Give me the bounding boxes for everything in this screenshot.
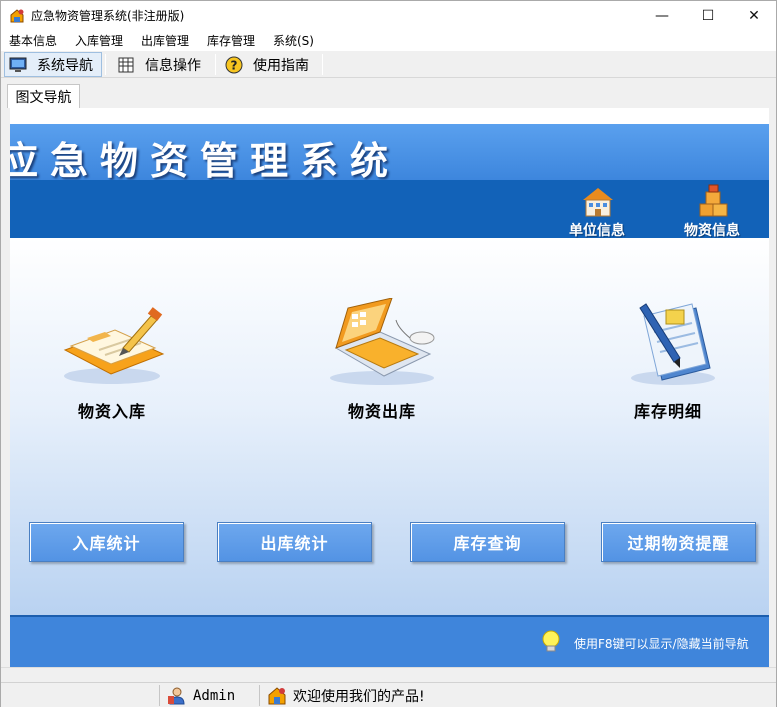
close-button[interactable]: ✕ <box>731 1 777 31</box>
tab-strip: 图文导航 <box>1 81 776 108</box>
material-outbound-label: 物资出库 <box>347 402 416 421</box>
status-bar: Admin 欢迎使用我们的产品! <box>1 682 776 707</box>
expired-reminder-button[interactable]: 过期物资提醒 <box>601 522 756 562</box>
status-message-text: 欢迎使用我们的产品! <box>293 688 425 705</box>
svg-text:?: ? <box>231 58 238 72</box>
notebook-pencil-icon <box>63 307 165 384</box>
status-message: 欢迎使用我们的产品! <box>267 685 425 706</box>
monitor-icon <box>9 57 27 72</box>
panel-top-strip <box>10 108 769 124</box>
toolbar-separator <box>105 54 106 75</box>
lightbulb-icon <box>542 630 560 652</box>
status-user-name: Admin <box>193 687 236 704</box>
status-user: Admin <box>167 685 235 706</box>
menu-basic-info[interactable]: 基本信息 <box>9 34 57 48</box>
window-title: 应急物资管理系统(非注册版) <box>31 9 185 23</box>
menu-inventory[interactable]: 库存管理 <box>207 34 255 48</box>
material-inbound-item[interactable]: 物资入库 <box>42 298 182 421</box>
inventory-detail-item[interactable]: 库存明细 <box>598 298 738 421</box>
help-icon: ? <box>225 56 243 73</box>
nav-panel: 应急物资管理系统 单位信息 物资信息 物资入库 物资出库 库存明细 入库统计 出… <box>10 108 769 668</box>
menu-bar: 基本信息 入库管理 出库管理 库存管理 系统(S) <box>1 31 776 51</box>
system-title: 应急物资管理系统 <box>10 138 401 183</box>
material-outbound-item[interactable]: 物资出库 <box>312 298 452 421</box>
nav-content: 物资入库 物资出库 库存明细 入库统计 出库统计 库存查询 过期物资提醒 <box>10 238 769 616</box>
material-info-link[interactable]: 物资信息 <box>672 182 752 239</box>
toolbar-system-nav[interactable]: 系统导航 <box>4 52 102 77</box>
menu-outbound[interactable]: 出库管理 <box>141 34 189 48</box>
status-divider <box>159 685 160 706</box>
panel-bottom-edge <box>1 667 776 681</box>
toolbar-separator <box>322 54 323 75</box>
app-window: 应急物资管理系统(非注册版) — ☐ ✕ 基本信息 入库管理 出库管理 库存管理… <box>0 0 777 707</box>
toolbar-label: 使用指南 <box>253 57 309 74</box>
banner: 应急物资管理系统 <box>10 124 769 183</box>
inbound-stats-button[interactable]: 入库统计 <box>29 522 184 562</box>
menu-system[interactable]: 系统(S) <box>273 34 314 48</box>
app-logo-icon <box>268 686 286 704</box>
toolbar-label: 信息操作 <box>145 57 201 74</box>
boxes-icon <box>699 184 728 217</box>
toolbar-user-guide[interactable]: ? 使用指南 <box>221 52 321 77</box>
tab-graphic-nav[interactable]: 图文导航 <box>7 84 80 108</box>
app-logo-icon <box>10 9 24 23</box>
title-bar[interactable]: 应急物资管理系统(非注册版) — ☐ ✕ <box>1 1 776 31</box>
building-icon <box>583 188 613 217</box>
toolbar-separator <box>215 54 216 75</box>
material-info-label: 物资信息 <box>684 223 740 239</box>
user-icon <box>168 687 185 704</box>
unit-info-label: 单位信息 <box>569 223 625 239</box>
menu-inbound[interactable]: 入库管理 <box>75 34 123 48</box>
inventory-detail-label: 库存明细 <box>633 402 702 421</box>
grid-icon <box>118 57 134 72</box>
outbound-stats-button[interactable]: 出库统计 <box>217 522 372 562</box>
panel-footer: 使用F8键可以显示/隐藏当前导航 <box>10 615 769 668</box>
document-pen-icon <box>631 303 715 385</box>
toolbar: 系统导航 信息操作 ? 使用指南 <box>1 51 776 78</box>
minimize-button[interactable]: — <box>639 1 685 31</box>
quick-links-bar: 单位信息 物资信息 <box>10 180 769 239</box>
laptop-icon <box>330 298 435 385</box>
maximize-button[interactable]: ☐ <box>685 1 731 31</box>
toolbar-label: 系统导航 <box>37 57 93 74</box>
status-divider <box>259 685 260 706</box>
unit-info-link[interactable]: 单位信息 <box>557 182 637 239</box>
material-inbound-label: 物资入库 <box>77 402 146 421</box>
toolbar-info-ops[interactable]: 信息操作 <box>113 52 213 77</box>
f8-tip: 使用F8键可以显示/隐藏当前导航 <box>574 637 749 651</box>
inventory-query-button[interactable]: 库存查询 <box>410 522 565 562</box>
